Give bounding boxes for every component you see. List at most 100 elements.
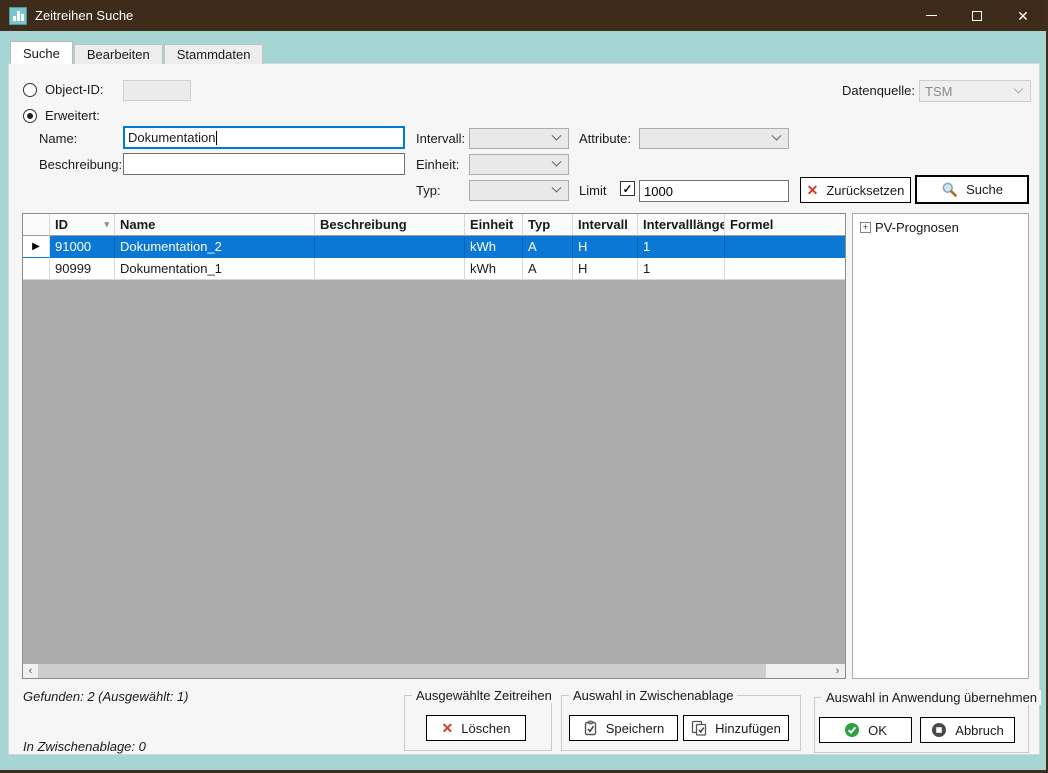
datenquelle-value: TSM xyxy=(925,84,952,99)
abbruch-label: Abbruch xyxy=(955,723,1003,738)
cell-beschreibung[interactable] xyxy=(315,258,465,280)
minimize-button[interactable] xyxy=(908,0,954,31)
category-tree: + PV-Prognosen xyxy=(852,213,1029,679)
cell-intervall[interactable]: H xyxy=(573,236,638,258)
row-selector-cell[interactable] xyxy=(23,258,50,280)
beschreibung-label: Beschreibung: xyxy=(39,157,122,172)
window-title: Zeitreihen Suche xyxy=(35,8,133,23)
clipboard-paste-icon xyxy=(691,720,707,736)
beschreibung-input[interactable] xyxy=(123,153,405,175)
limit-label: Limit xyxy=(579,183,606,198)
grid-header-einheit[interactable]: Einheit xyxy=(465,214,523,236)
cell-name[interactable]: Dokumentation_2 xyxy=(115,236,315,258)
tree-node-pv-prognosen[interactable]: + PV-Prognosen xyxy=(860,220,1028,235)
einheit-select[interactable] xyxy=(469,154,569,175)
intervall-select[interactable] xyxy=(469,128,569,149)
grid-header-intervall[interactable]: Intervall xyxy=(573,214,638,236)
close-icon: ✕ xyxy=(1017,9,1029,23)
cell-formel[interactable] xyxy=(725,236,845,258)
limit-input[interactable] xyxy=(640,181,820,201)
scrollbar-thumb[interactable] xyxy=(38,664,766,678)
grid-empty-area xyxy=(23,280,845,664)
speichern-label: Speichern xyxy=(606,721,665,736)
status-gefunden: Gefunden: 2 (Ausgewählt: 1) xyxy=(23,689,189,704)
limit-checkbox[interactable]: ✓ xyxy=(620,181,635,196)
zeitreihen-suche-window: { "window": { "title": "Zeitreihen Suche… xyxy=(0,0,1048,773)
grid-header-id[interactable]: ID▾ xyxy=(50,214,115,236)
name-value: Dokumentation xyxy=(128,130,215,145)
cell-typ[interactable]: A xyxy=(523,258,573,280)
loeschen-label: Löschen xyxy=(461,721,510,736)
red-x-icon: ✕ xyxy=(807,183,819,197)
magnifier-icon xyxy=(941,181,958,198)
tab-stammdaten[interactable]: Stammdaten xyxy=(164,44,264,64)
cell-intervall[interactable]: H xyxy=(573,258,638,280)
grid-header-formel[interactable]: Formel xyxy=(725,214,845,236)
grid-header-row: ID▾ Name Beschreibung Einheit Typ Interv… xyxy=(23,214,845,236)
limit-spinner[interactable] xyxy=(639,180,789,202)
chevron-down-icon xyxy=(552,157,562,167)
check-icon: ✓ xyxy=(622,182,632,196)
clipboard-check-icon xyxy=(583,720,598,736)
cell-intervalllaenge[interactable]: 1 xyxy=(638,236,725,258)
object-id-input xyxy=(123,80,191,101)
cell-name[interactable]: Dokumentation_1 xyxy=(115,258,315,280)
suche-button[interactable]: Suche xyxy=(915,175,1029,204)
app-icon xyxy=(9,7,27,25)
cell-id[interactable]: 91000 xyxy=(50,236,115,258)
hinzufuegen-label: Hinzufügen xyxy=(715,721,781,736)
grid-header-typ[interactable]: Typ xyxy=(523,214,573,236)
hinzufuegen-button[interactable]: Hinzufügen xyxy=(683,715,789,741)
title-bar: Zeitreihen Suche ✕ xyxy=(0,0,1046,31)
grid-header-selector xyxy=(23,214,50,236)
tab-suche[interactable]: Suche xyxy=(10,41,73,64)
speichern-button[interactable]: Speichern xyxy=(569,715,678,741)
horizontal-scrollbar[interactable]: ‹ › xyxy=(23,664,845,678)
grid-header-beschreibung[interactable]: Beschreibung xyxy=(315,214,465,236)
cell-typ[interactable]: A xyxy=(523,236,573,258)
name-input[interactable]: Dokumentation xyxy=(123,126,405,149)
typ-select[interactable] xyxy=(469,180,569,201)
datenquelle-select: TSM xyxy=(919,80,1031,102)
close-button[interactable]: ✕ xyxy=(1000,0,1046,31)
einheit-label: Einheit: xyxy=(416,157,459,172)
cell-formel[interactable] xyxy=(725,258,845,280)
attribute-select[interactable] xyxy=(639,128,789,149)
suche-label: Suche xyxy=(966,182,1003,197)
row-selector-cell[interactable]: ▶ xyxy=(23,236,50,258)
table-row[interactable]: ▶ 91000 Dokumentation_2 kWh A H 1 xyxy=(23,236,845,258)
datenquelle-label: Datenquelle: xyxy=(842,83,915,98)
cell-id[interactable]: 90999 xyxy=(50,258,115,280)
scroll-left-icon[interactable]: ‹ xyxy=(23,664,38,678)
cell-beschreibung[interactable] xyxy=(315,236,465,258)
cell-einheit[interactable]: kWh xyxy=(465,258,523,280)
current-row-icon: ▶ xyxy=(32,241,40,252)
results-grid: ID▾ Name Beschreibung Einheit Typ Interv… xyxy=(22,213,846,679)
erweitert-radio[interactable] xyxy=(23,109,37,123)
table-row[interactable]: 90999 Dokumentation_1 kWh A H 1 xyxy=(23,258,845,280)
red-x-icon: ✕ xyxy=(442,721,454,735)
scrollbar-track[interactable] xyxy=(766,664,830,678)
cell-einheit[interactable]: kWh xyxy=(465,236,523,258)
loeschen-button[interactable]: ✕ Löschen xyxy=(426,715,526,741)
grid-header-intervalllaenge[interactable]: Intervalllänge xyxy=(638,214,725,236)
chevron-down-icon xyxy=(1014,83,1024,93)
status-zwischenablage: In Zwischenablage: 0 xyxy=(23,739,146,754)
chevron-down-icon xyxy=(552,183,562,193)
scroll-right-icon[interactable]: › xyxy=(830,664,845,678)
object-id-label: Object-ID: xyxy=(45,82,104,97)
tab-bearbeiten[interactable]: Bearbeiten xyxy=(74,44,163,64)
abbruch-button[interactable]: Abbruch xyxy=(920,717,1015,743)
object-id-radio[interactable] xyxy=(23,83,37,97)
cell-intervalllaenge[interactable]: 1 xyxy=(638,258,725,280)
groupbox-title: Ausgewählte Zeitreihen xyxy=(412,688,556,703)
maximize-button[interactable] xyxy=(954,0,1000,31)
tab-page-suche: Object-ID: Datenquelle: TSM Erweitert: N… xyxy=(8,63,1040,755)
maximize-icon xyxy=(972,11,982,21)
intervall-label: Intervall: xyxy=(416,131,465,146)
ok-button[interactable]: OK xyxy=(819,717,912,743)
zuruecksetzen-button[interactable]: ✕ Zurücksetzen xyxy=(800,177,911,203)
grid-header-name[interactable]: Name xyxy=(115,214,315,236)
expand-plus-icon[interactable]: + xyxy=(860,222,871,233)
groupbox-title: Auswahl in Zwischenablage xyxy=(569,688,737,703)
